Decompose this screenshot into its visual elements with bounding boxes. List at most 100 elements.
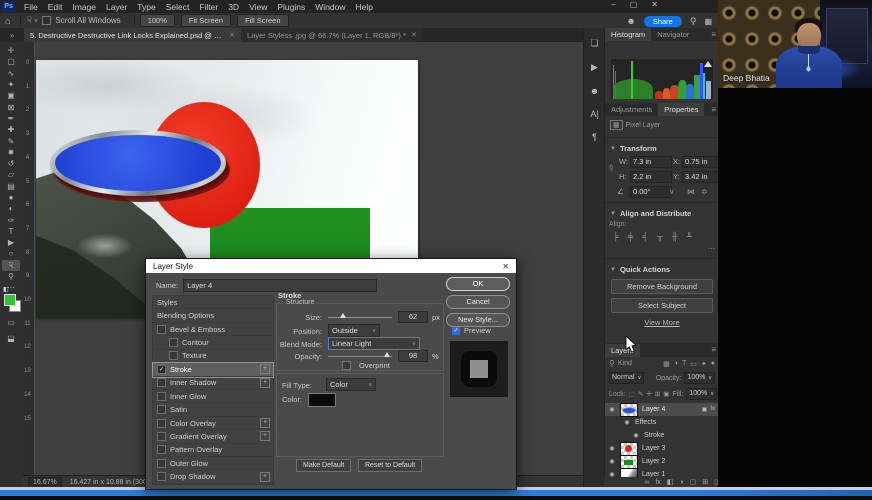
- align-more[interactable]: ⋯: [605, 243, 719, 255]
- document-tab-2[interactable]: Layer Styless .jpg @ 66.7% (Layer 1, RGB…: [241, 28, 423, 42]
- menu-item-file[interactable]: File: [19, 2, 43, 12]
- transform-header[interactable]: ▼Transform: [605, 141, 719, 154]
- user-account-icon[interactable]: ☻: [626, 16, 635, 26]
- opacity-slider[interactable]: [328, 356, 392, 357]
- style-item-texture[interactable]: Texture: [153, 350, 273, 363]
- paragraph-panel-icon[interactable]: ¶: [592, 132, 597, 142]
- style-checkbox[interactable]: [169, 338, 178, 347]
- lock-all-icon[interactable]: ▣: [663, 390, 669, 398]
- fill-type-select[interactable]: Color∨: [326, 378, 376, 391]
- eyedropper-tool[interactable]: ✒: [2, 113, 20, 124]
- add-instance-icon[interactable]: +: [260, 431, 270, 441]
- dialog-title-bar[interactable]: Layer Style ✕: [146, 259, 516, 273]
- search-icon[interactable]: ⚲: [690, 16, 697, 27]
- style-checkbox[interactable]: ✓: [157, 365, 166, 374]
- visibility-eye-icon[interactable]: ◉: [608, 406, 616, 413]
- style-checkbox[interactable]: [169, 351, 178, 360]
- chevron-down-icon[interactable]: ∨: [34, 17, 38, 24]
- opacity-value[interactable]: 98: [398, 350, 428, 362]
- style-item-inner-glow[interactable]: Inner Glow: [153, 390, 273, 403]
- add-instance-icon[interactable]: +: [260, 418, 270, 428]
- workspace-icon[interactable]: ▦: [704, 17, 712, 26]
- style-item-bevel-emboss[interactable]: Bevel & Emboss: [153, 323, 273, 336]
- lock-transparent-icon[interactable]: ⬚: [629, 390, 635, 398]
- opacity-select[interactable]: 100%∨: [684, 372, 715, 384]
- new-group-icon[interactable]: ▢: [690, 478, 697, 486]
- style-checkbox[interactable]: [157, 419, 166, 428]
- filter-adjustment-icon[interactable]: ◑: [674, 360, 678, 368]
- gradient-tool[interactable]: ▤: [2, 181, 20, 192]
- tab-adjustments[interactable]: Adjustments: [605, 103, 658, 116]
- size-slider[interactable]: [328, 317, 392, 318]
- tab-histogram[interactable]: Histogram: [605, 28, 651, 41]
- add-instance-icon[interactable]: +: [260, 378, 270, 388]
- style-item-drop-shadow[interactable]: Drop Shadow+: [153, 470, 273, 483]
- blend-mode-select[interactable]: Linear Light∨: [328, 337, 420, 350]
- style-checkbox[interactable]: [157, 378, 166, 387]
- layer-fx-icon[interactable]: fx: [655, 479, 660, 486]
- link-layers-icon[interactable]: ∞: [644, 479, 649, 486]
- type-tool[interactable]: T: [2, 226, 20, 237]
- eraser-tool[interactable]: ▱: [2, 169, 20, 180]
- tab-properties[interactable]: Properties: [658, 103, 704, 116]
- style-item-color-overlay[interactable]: Color Overlay+: [153, 417, 273, 430]
- brush-tool[interactable]: ✎: [2, 135, 20, 146]
- pen-tool[interactable]: ✑: [2, 214, 20, 225]
- healing-brush-tool[interactable]: ✚: [2, 124, 20, 135]
- menu-item-image[interactable]: Image: [67, 2, 101, 12]
- menu-item-help[interactable]: Help: [350, 2, 377, 12]
- reset-default-button[interactable]: Reset to Default: [358, 459, 422, 472]
- lock-move-icon[interactable]: ✛: [646, 390, 651, 398]
- default-colors-icon[interactable]: ◧: [3, 286, 9, 293]
- style-item-blending-options[interactable]: Blending Options: [153, 309, 273, 322]
- adjustment-layer-icon[interactable]: ◑: [679, 479, 683, 486]
- angle-field[interactable]: 0.00°: [630, 186, 672, 198]
- zoom-100-button[interactable]: 100%: [140, 14, 175, 27]
- home-icon[interactable]: ⌂: [0, 16, 15, 26]
- preview-checkbox[interactable]: ✓: [452, 327, 460, 335]
- close-button[interactable]: ✕: [651, 0, 658, 9]
- style-item-styles[interactable]: Styles: [153, 296, 273, 309]
- export-icon[interactable]: ☻: [590, 86, 599, 96]
- menu-item-layer[interactable]: Layer: [101, 2, 132, 12]
- visibility-eye-icon[interactable]: ◉: [608, 458, 616, 465]
- style-checkbox[interactable]: [157, 432, 166, 441]
- style-item-pattern-overlay[interactable]: Pattern Overlay: [153, 444, 273, 457]
- panel-menu-icon[interactable]: ≡: [711, 105, 716, 114]
- object-selection-tool[interactable]: ✦: [2, 79, 20, 90]
- layer-row-layer-3[interactable]: ◉Layer 3: [605, 442, 719, 455]
- dodge-tool[interactable]: ◐: [2, 203, 20, 214]
- height-field[interactable]: 2.2 in: [630, 171, 672, 183]
- filter-smart-icon[interactable]: ✦: [701, 360, 707, 368]
- style-item-stroke[interactable]: ✓Stroke+: [153, 363, 273, 376]
- style-checkbox[interactable]: [157, 405, 166, 414]
- filter-type-icon[interactable]: T: [682, 360, 686, 368]
- blur-tool[interactable]: ●: [2, 192, 20, 203]
- filter-shape-icon[interactable]: ▭: [690, 360, 697, 368]
- panel-menu-icon[interactable]: ≡: [711, 30, 716, 39]
- lock-paint-icon[interactable]: ✎: [638, 390, 643, 398]
- fill-screen-button[interactable]: Fill Screen: [237, 14, 288, 27]
- shape-tool[interactable]: ○: [2, 248, 20, 259]
- scroll-all-windows-checkbox[interactable]: [42, 16, 51, 25]
- style-checkbox[interactable]: [157, 392, 166, 401]
- menu-item-select[interactable]: Select: [161, 2, 195, 12]
- style-item-outer-glow[interactable]: Outer Glow: [153, 457, 273, 470]
- menu-item-edit[interactable]: Edit: [43, 2, 68, 12]
- flip-vertical-icon[interactable]: ≎: [701, 187, 707, 196]
- marquee-tool[interactable]: ▢: [2, 56, 20, 67]
- menu-item-plugins[interactable]: Plugins: [272, 2, 310, 12]
- libraries-icon[interactable]: ❏: [590, 38, 598, 49]
- close-tab-icon[interactable]: ✕: [229, 31, 235, 39]
- tab-navigator[interactable]: Navigator: [651, 28, 695, 41]
- close-tab-icon[interactable]: ✕: [411, 31, 417, 39]
- flip-horizontal-icon[interactable]: ⋈: [687, 187, 695, 196]
- chevron-down-icon[interactable]: ∨: [669, 187, 675, 196]
- lock-artboard-icon[interactable]: ⊞: [655, 390, 660, 398]
- history-brush-tool[interactable]: ↺: [2, 158, 20, 169]
- new-style-button[interactable]: New Style...: [446, 313, 510, 327]
- x-field[interactable]: 0.75 in: [682, 156, 720, 168]
- align-bottom-icon[interactable]: ╨: [686, 232, 692, 241]
- layer-row-layer-4[interactable]: ◉Layer 4▣fx: [605, 403, 719, 416]
- menu-item-type[interactable]: Type: [132, 2, 160, 12]
